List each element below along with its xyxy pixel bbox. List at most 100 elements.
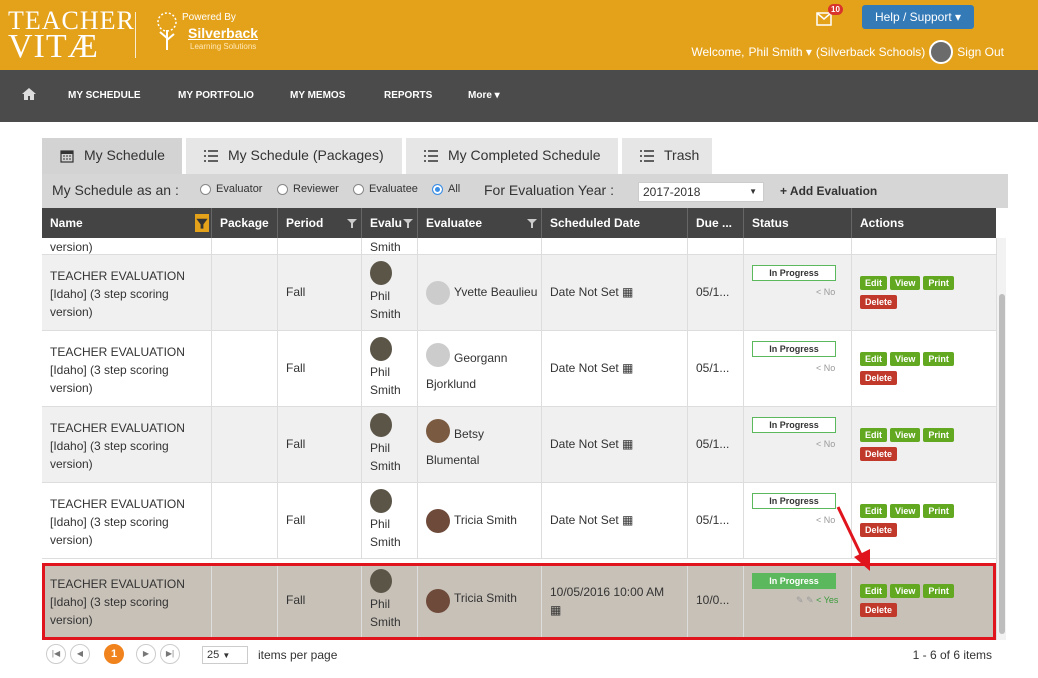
chevron-down-icon: ▼ — [749, 187, 757, 196]
col-actions: Actions — [860, 216, 905, 230]
print-button[interactable]: Print — [923, 504, 954, 518]
silverback-logo: Powered By Silverback Learning Solutions — [150, 8, 290, 56]
col-package[interactable]: Package — [212, 208, 278, 238]
view-button[interactable]: View — [890, 352, 921, 366]
add-evaluation-button[interactable]: + Add Evaluation — [780, 184, 877, 198]
sign-out-link[interactable]: Sign Out — [957, 45, 1004, 59]
radio-evaluatee[interactable]: Evaluatee — [353, 183, 418, 195]
calendar-icon: ▦ — [622, 361, 634, 375]
radio-reviewer[interactable]: Reviewer — [277, 183, 339, 195]
avatar — [426, 589, 450, 613]
print-button[interactable]: Print — [923, 352, 954, 366]
delete-button[interactable]: Delete — [860, 603, 898, 617]
chevron-down-icon: ▼ — [222, 651, 231, 660]
delete-button[interactable]: Delete — [860, 371, 898, 385]
delete-button[interactable]: Delete — [860, 447, 898, 461]
filter-icon[interactable] — [403, 218, 413, 228]
edit-button[interactable]: Edit — [860, 428, 887, 442]
col-evaluatee[interactable]: Evaluatee — [418, 208, 542, 238]
prev-page-button[interactable]: ◀ — [70, 644, 90, 664]
share-icon: < — [816, 287, 822, 297]
year-label: For Evaluation Year : — [484, 182, 614, 198]
home-icon[interactable] — [22, 88, 36, 100]
status-badge: In Progress — [752, 417, 836, 433]
col-status[interactable]: Status — [744, 208, 852, 238]
col-evaluator[interactable]: Evalu — [362, 208, 418, 238]
col-name[interactable]: Name — [42, 208, 212, 238]
tab-my-schedule[interactable]: My Schedule — [42, 138, 182, 174]
avatar — [426, 509, 450, 533]
share-icon: < — [816, 363, 822, 373]
table-row-partial: version) Smith — [42, 238, 996, 268]
nav-my-portfolio[interactable]: MY PORTFOLIO — [178, 90, 254, 101]
radio-evaluator[interactable]: Evaluator — [200, 183, 262, 195]
status-badge: In Progress — [752, 573, 836, 589]
table-row-selected[interactable]: TEACHER EVALUATION [Idaho] (3 step scori… — [42, 563, 996, 639]
schedule-grid: version) Smith TEACHER EVALUATION [Idaho… — [42, 238, 996, 640]
first-page-button[interactable]: |◀ — [46, 644, 66, 664]
evaluator-avatar — [370, 413, 392, 437]
list-icon — [204, 150, 218, 163]
filter-icon[interactable] — [347, 218, 357, 228]
filter-bar: My Schedule as an : Evaluator Reviewer E… — [42, 174, 1008, 208]
current-page[interactable]: 1 — [104, 644, 124, 664]
calendar-icon: ▦ — [622, 437, 634, 451]
avatar — [929, 40, 954, 64]
edit-button[interactable]: Edit — [860, 584, 887, 598]
view-button[interactable]: View — [890, 504, 921, 518]
table-row[interactable]: TEACHER EVALUATION [Idaho] (3 step scori… — [42, 407, 996, 483]
evaluator-avatar — [370, 337, 392, 361]
avatar — [426, 281, 450, 305]
per-page-select[interactable]: 25 ▼ — [202, 646, 248, 664]
mail-count-badge: 10 — [828, 4, 843, 15]
col-due[interactable]: Due ... — [688, 208, 744, 238]
user-dropdown[interactable]: Phil Smith ▾ — [749, 45, 812, 59]
print-button[interactable]: Print — [923, 428, 954, 442]
evaluator-avatar — [370, 489, 392, 513]
last-page-button[interactable]: ▶| — [160, 644, 180, 664]
col-period[interactable]: Period — [278, 208, 362, 238]
print-button[interactable]: Print — [923, 276, 954, 290]
tree-icon — [157, 12, 177, 50]
view-button[interactable]: View — [890, 276, 921, 290]
pencil-icon: ✎ — [806, 595, 814, 605]
share-icon: < — [816, 515, 822, 525]
nav-my-schedule[interactable]: MY SCHEDULE — [68, 90, 141, 101]
next-page-button[interactable]: ▶ — [136, 644, 156, 664]
scrollbar-thumb[interactable] — [999, 294, 1005, 634]
status-badge: In Progress — [752, 341, 836, 357]
year-select[interactable]: 2017-2018 ▼ — [638, 182, 764, 202]
share-status: < No — [816, 363, 836, 373]
schedule-role-label: My Schedule as an : — [52, 182, 179, 198]
print-button[interactable]: Print — [923, 584, 954, 598]
main-nav: MY SCHEDULE MY PORTFOLIO MY MEMOS REPORT… — [0, 70, 1038, 122]
per-page-label: items per page — [258, 648, 338, 662]
view-button[interactable]: View — [890, 428, 921, 442]
share-icon: < — [816, 595, 822, 605]
nav-reports[interactable]: REPORTS — [384, 90, 432, 101]
filter-icon[interactable] — [195, 214, 209, 232]
radio-all[interactable]: All — [432, 183, 460, 195]
view-button[interactable]: View — [890, 584, 921, 598]
table-row[interactable]: TEACHER EVALUATION [Idaho] (3 step scori… — [42, 331, 996, 407]
share-status: < No — [816, 287, 836, 297]
edit-button[interactable]: Edit — [860, 352, 887, 366]
table-row[interactable]: TEACHER EVALUATION [Idaho] (3 step scori… — [42, 255, 996, 331]
teacher-vitae-logo[interactable]: TEACHER VITÆ — [8, 8, 135, 64]
tab-my-completed-schedule[interactable]: My Completed Schedule — [406, 138, 618, 174]
help-support-button[interactable]: Help / Support ▾ — [862, 5, 974, 29]
tab-my-schedule-packages[interactable]: My Schedule (Packages) — [186, 138, 402, 174]
calendar-icon — [60, 150, 74, 163]
edit-button[interactable]: Edit — [860, 276, 887, 290]
pager: |◀ ◀ 1 ▶ ▶| 25 ▼ items per page 1 - 6 of… — [42, 642, 1008, 670]
share-icon: < — [816, 439, 822, 449]
col-scheduled-date[interactable]: Scheduled Date — [542, 208, 688, 238]
memo-notification[interactable]: 10 — [814, 4, 843, 28]
nav-my-memos[interactable]: MY MEMOS — [290, 90, 345, 101]
grid-scrollbar[interactable] — [996, 238, 1006, 640]
filter-icon[interactable] — [527, 218, 537, 228]
delete-button[interactable]: Delete — [860, 295, 898, 309]
nav-more[interactable]: More ▾ — [468, 90, 500, 101]
evaluator-avatar — [370, 261, 392, 285]
tab-trash[interactable]: Trash — [622, 138, 712, 174]
